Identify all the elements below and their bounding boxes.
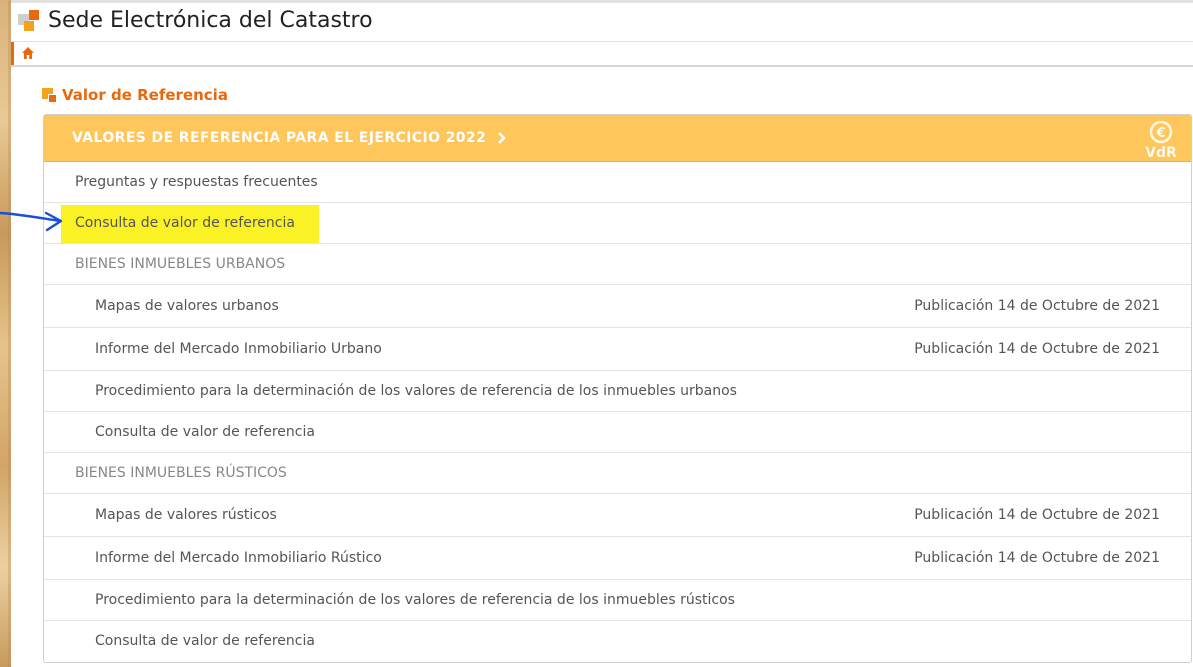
svg-text:€: € (1155, 126, 1165, 141)
link-label[interactable]: Mapas de valores rústicos (95, 507, 277, 523)
link-label[interactable]: Mapas de valores urbanos (95, 298, 279, 314)
list-item-procedimiento-para-la-determinacion-de-los-valores-de-referencia-de-los-inmuebles-rusticos[interactable]: Procedimiento para la determinación de l… (44, 580, 1191, 621)
panel-title[interactable]: VALORES DE REFERENCIA PARA EL EJERCICIO … (72, 130, 486, 146)
group-header-bienes-inmuebles-rusticos: BIENES INMUEBLES RÚSTICOS (44, 453, 1191, 494)
svg-text:VdR: VdR (1145, 145, 1177, 159)
chevron-right-icon (498, 132, 506, 144)
link-label[interactable]: Procedimiento para la determinación de l… (95, 383, 737, 399)
publication-date: Publicación 14 de Octubre de 2021 (914, 298, 1160, 314)
link-label[interactable]: Consulta de valor de referencia (95, 633, 315, 649)
list-item-consulta-de-valor-de-referencia[interactable]: Consulta de valor de referencia (44, 621, 1191, 661)
list-item-preguntas-y-respuestas-frecuentes[interactable]: Preguntas y respuestas frecuentes (44, 162, 1191, 203)
panel-header-link[interactable]: VALORES DE REFERENCIA PARA EL EJERCICIO … (44, 115, 1191, 162)
publication-date: Publicación 14 de Octubre de 2021 (914, 550, 1160, 566)
list-item-informe-del-mercado-inmobiliario-urbano[interactable]: Informe del Mercado Inmobiliario Urbano P… (44, 328, 1191, 371)
group-label: BIENES INMUEBLES RÚSTICOS (75, 465, 287, 481)
list-item-mapas-de-valores-rusticos[interactable]: Mapas de valores rústicos Publicación 14 … (44, 494, 1191, 537)
list-item-procedimiento-para-la-determinacion-de-los-valores-de-referencia-de-los-inmuebles-urbanos[interactable]: Procedimiento para la determinación de l… (44, 371, 1191, 412)
home-icon[interactable] (21, 46, 35, 60)
list-item-mapas-de-valores-urbanos[interactable]: Mapas de valores urbanos Publicación 14 d… (44, 285, 1191, 328)
link-label[interactable]: Consulta de valor de referencia (75, 215, 295, 231)
group-header-bienes-inmuebles-urbanos: BIENES INMUEBLES URBANOS (44, 244, 1191, 285)
section-square-icon (42, 88, 57, 103)
list-item-consulta-de-valor-de-referencia[interactable]: Consulta de valor de referencia (44, 412, 1191, 453)
list-item-consulta-de-valor-de-referencia[interactable]: Consulta de valor de referencia (44, 203, 1191, 244)
link-label[interactable]: Consulta de valor de referencia (95, 424, 315, 440)
section-title: Valor de Referencia (62, 86, 228, 104)
link-label[interactable]: Preguntas y respuestas frecuentes (75, 174, 318, 190)
link-label[interactable]: Informe del Mercado Inmobiliario Rústico (95, 550, 382, 566)
valor-referencia-panel: VALORES DE REFERENCIA PARA EL EJERCICIO … (43, 114, 1192, 663)
catastro-logo-icon[interactable] (18, 10, 42, 32)
site-header: Sede Electrónica del Catastro (11, 3, 1193, 42)
left-decorative-stripe (0, 0, 11, 667)
link-label[interactable]: Informe del Mercado Inmobiliario Urbano (95, 341, 382, 357)
breadcrumb (11, 42, 1193, 67)
euro-vdr-icon: € VdR (1145, 121, 1177, 159)
publication-date: Publicación 14 de Octubre de 2021 (914, 507, 1160, 523)
link-label[interactable]: Procedimiento para la determinación de l… (95, 592, 735, 608)
site-title[interactable]: Sede Electrónica del Catastro (48, 8, 373, 33)
group-label: BIENES INMUEBLES URBANOS (75, 256, 286, 272)
list-item-informe-del-mercado-inmobiliario-rustico[interactable]: Informe del Mercado Inmobiliario Rústico… (44, 537, 1191, 580)
publication-date: Publicación 14 de Octubre de 2021 (914, 341, 1160, 357)
arrow-annotation-icon (0, 211, 63, 232)
